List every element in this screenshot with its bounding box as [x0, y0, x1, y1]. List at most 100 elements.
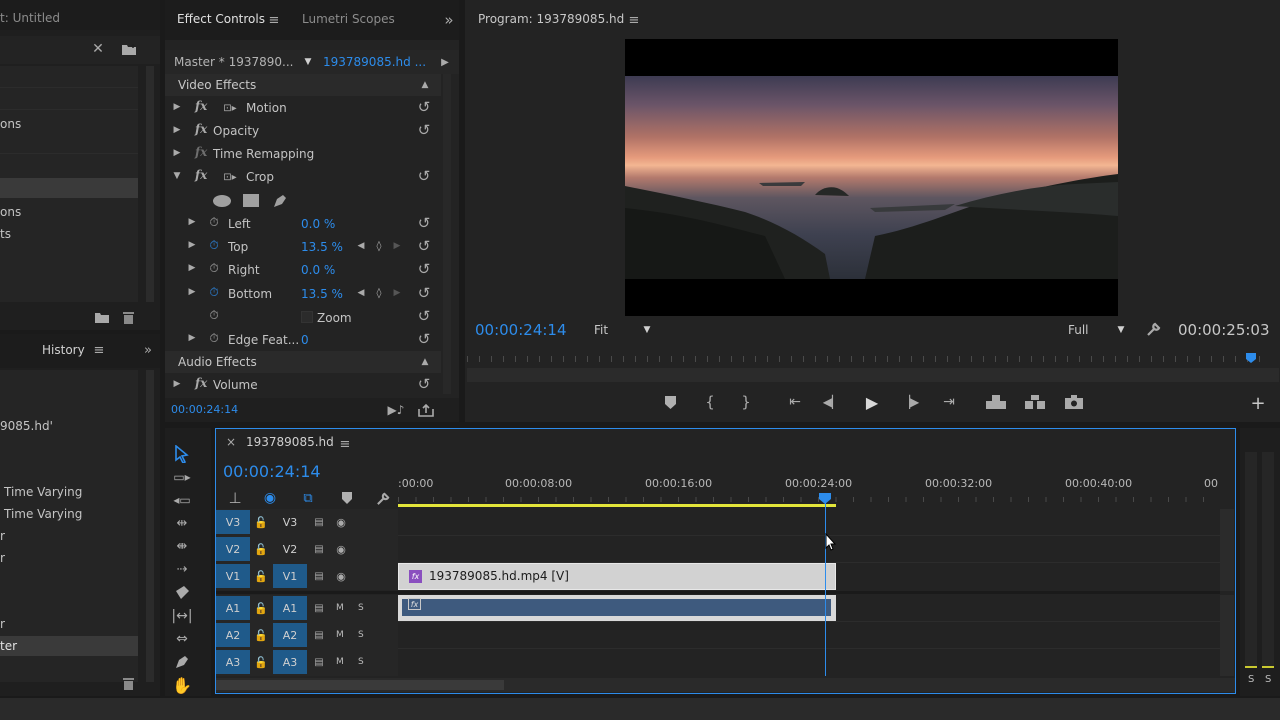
lift-icon[interactable] [985, 393, 1007, 411]
history-item[interactable]: r [0, 551, 5, 565]
track-label-v1[interactable]: V1 [273, 564, 307, 588]
sync-lock-icon[interactable]: ▤ [312, 515, 326, 529]
program-time-ruler[interactable] [467, 348, 1279, 368]
timeline-vertical-scrollbar-video[interactable] [1220, 509, 1234, 591]
program-timecode[interactable]: 00:00:24:14 [475, 321, 567, 339]
history-item[interactable]: Time Varying [4, 507, 82, 521]
audio-clip[interactable]: fx [398, 595, 836, 621]
solo-button[interactable]: S [358, 630, 364, 640]
history-item[interactable]: 9085.hd' [0, 419, 53, 433]
sync-lock-icon[interactable]: ▤ [312, 601, 326, 615]
master-clip-label[interactable]: Master * 1937890... [174, 55, 294, 69]
expand-triangle-icon[interactable]: ▶ [172, 147, 182, 159]
collapse-triangle-icon[interactable]: ▼ [172, 170, 182, 182]
new-bin-icon[interactable] [120, 40, 138, 58]
export-icon[interactable] [417, 402, 435, 418]
track-label-a3[interactable]: A3 [273, 650, 307, 674]
reset-icon[interactable]: ↺ [416, 214, 432, 232]
stopwatch-icon[interactable]: ⏱ [207, 215, 221, 229]
sync-lock-icon[interactable]: ▤ [312, 628, 326, 642]
fx-icon[interactable]: fx [195, 122, 207, 136]
timeline-timecode[interactable]: 00:00:24:14 [223, 462, 321, 481]
timeline-ruler[interactable]: :00:00 00:00:08:00 00:00:16:00 00:00:24:… [398, 473, 1220, 507]
history-item[interactable]: Time Varying [4, 485, 82, 499]
trash-icon[interactable] [120, 676, 136, 690]
reset-icon[interactable]: ↺ [416, 375, 432, 393]
track-select-forward-icon[interactable]: ⇢ [171, 559, 193, 579]
source-patch-a1[interactable]: A1 [216, 596, 250, 620]
history-item-selected[interactable] [0, 636, 138, 656]
expand-triangle-icon[interactable]: ▶ [172, 101, 182, 113]
source-patch-a2[interactable]: A2 [216, 623, 250, 647]
slip-tool-icon[interactable]: |↔| [171, 606, 193, 626]
param-row-top[interactable]: ▶ ⏱ Top 13.5 % ◀ ◊ ▶ ↺ [165, 235, 459, 257]
fx-badge[interactable]: fx [408, 598, 421, 610]
tab-effect-controls[interactable]: Effect Controls [177, 12, 265, 26]
chevron-down-icon[interactable]: ▼ [302, 56, 314, 68]
history-item[interactable]: r [0, 617, 5, 631]
scrollbar-thumb[interactable] [216, 680, 504, 690]
lock-icon[interactable]: 🔓 [254, 628, 268, 642]
reset-icon[interactable]: ↺ [416, 284, 432, 302]
linked-selection-icon[interactable]: ⧉ [299, 489, 317, 507]
timeline-vertical-scrollbar-audio[interactable] [1220, 595, 1234, 676]
panel-menu-icon[interactable]: ≡ [267, 13, 281, 28]
mark-out-icon[interactable]: } [738, 393, 754, 411]
history-item[interactable]: ter [0, 639, 17, 653]
project-item[interactable]: ts [0, 227, 11, 241]
extract-icon[interactable] [1024, 393, 1046, 411]
lock-icon[interactable]: 🔓 [254, 515, 268, 529]
project-item-selected[interactable] [0, 178, 138, 198]
play-icon[interactable]: ▶ [863, 392, 881, 412]
expand-triangle-icon[interactable]: ▶ [187, 286, 197, 298]
next-keyframe-icon[interactable]: ▶ [392, 287, 402, 299]
rate-stretch-tool-icon[interactable]: ⇼ [171, 536, 193, 556]
folder-icon[interactable] [94, 310, 110, 324]
reset-icon[interactable]: ↺ [416, 237, 432, 255]
ellipse-mask-icon[interactable] [213, 195, 231, 207]
crop-top-value[interactable]: 13.5 % [301, 240, 343, 254]
history-scrollbar[interactable] [146, 370, 154, 682]
pen-tool-icon[interactable] [171, 652, 193, 672]
rolling-edit-tool-icon[interactable]: ⇹ [171, 513, 193, 533]
param-row-left[interactable]: ▶ ⏱ Left 0.0 % ↺ [165, 212, 459, 234]
edge-feather-value[interactable]: 0 [301, 333, 309, 347]
expand-triangle-icon[interactable]: ▶ [187, 262, 197, 274]
history-item[interactable]: r [0, 529, 5, 543]
sequence-tab[interactable]: 193789085.hd [246, 435, 334, 449]
add-marker-icon[interactable] [662, 394, 678, 410]
collapse-icon[interactable]: ▲ [419, 356, 431, 368]
eye-icon[interactable]: ◉ [334, 569, 348, 583]
track-label-v3[interactable]: V3 [273, 510, 307, 534]
panel-menu-icon[interactable]: ≡ [92, 343, 106, 358]
meter-solo-left[interactable]: S [1248, 674, 1254, 685]
collapse-icon[interactable]: ▲ [419, 79, 431, 91]
effect-row-time-remapping[interactable]: ▶ fx Time Remapping [165, 143, 459, 165]
panel-menu-icon[interactable]: ≡ [627, 13, 641, 28]
add-keyframe-icon[interactable]: ◊ [373, 240, 385, 252]
track-area[interactable]: fx 193789085.hd.mp4 [V] fx [398, 503, 1220, 676]
stopwatch-icon[interactable]: ⏱ [207, 261, 221, 275]
next-keyframe-icon[interactable]: ▶ [392, 240, 402, 252]
camera-icon[interactable] [1063, 393, 1085, 411]
show-timeline-icon[interactable]: ▶ [439, 56, 451, 68]
video-frame[interactable] [625, 39, 1118, 316]
timeline-horizontal-scrollbar[interactable] [216, 678, 1235, 692]
wrench-icon[interactable] [1145, 320, 1163, 338]
trash-icon[interactable] [120, 310, 136, 324]
reset-icon[interactable]: ↺ [416, 167, 432, 185]
stopwatch-icon[interactable]: ⏱ [207, 308, 221, 322]
param-row-right[interactable]: ▶ ⏱ Right 0.0 % ↺ [165, 258, 459, 280]
selection-tool-icon[interactable] [171, 444, 193, 464]
expand-panels-icon[interactable]: » [140, 342, 156, 358]
expand-triangle-icon[interactable]: ▶ [187, 239, 197, 251]
fx-icon[interactable]: fx [195, 168, 207, 182]
fx-icon[interactable]: fx [195, 376, 207, 390]
reset-icon[interactable]: ↺ [416, 260, 432, 278]
source-patch-v1[interactable]: V1 [216, 564, 250, 588]
expand-triangle-icon[interactable]: ▶ [187, 216, 197, 228]
effect-controls-scrollbar[interactable] [443, 74, 451, 394]
meter-solo-right[interactable]: S [1265, 674, 1271, 685]
sync-lock-icon[interactable]: ▤ [312, 542, 326, 556]
expand-triangle-icon[interactable]: ▶ [187, 332, 197, 344]
